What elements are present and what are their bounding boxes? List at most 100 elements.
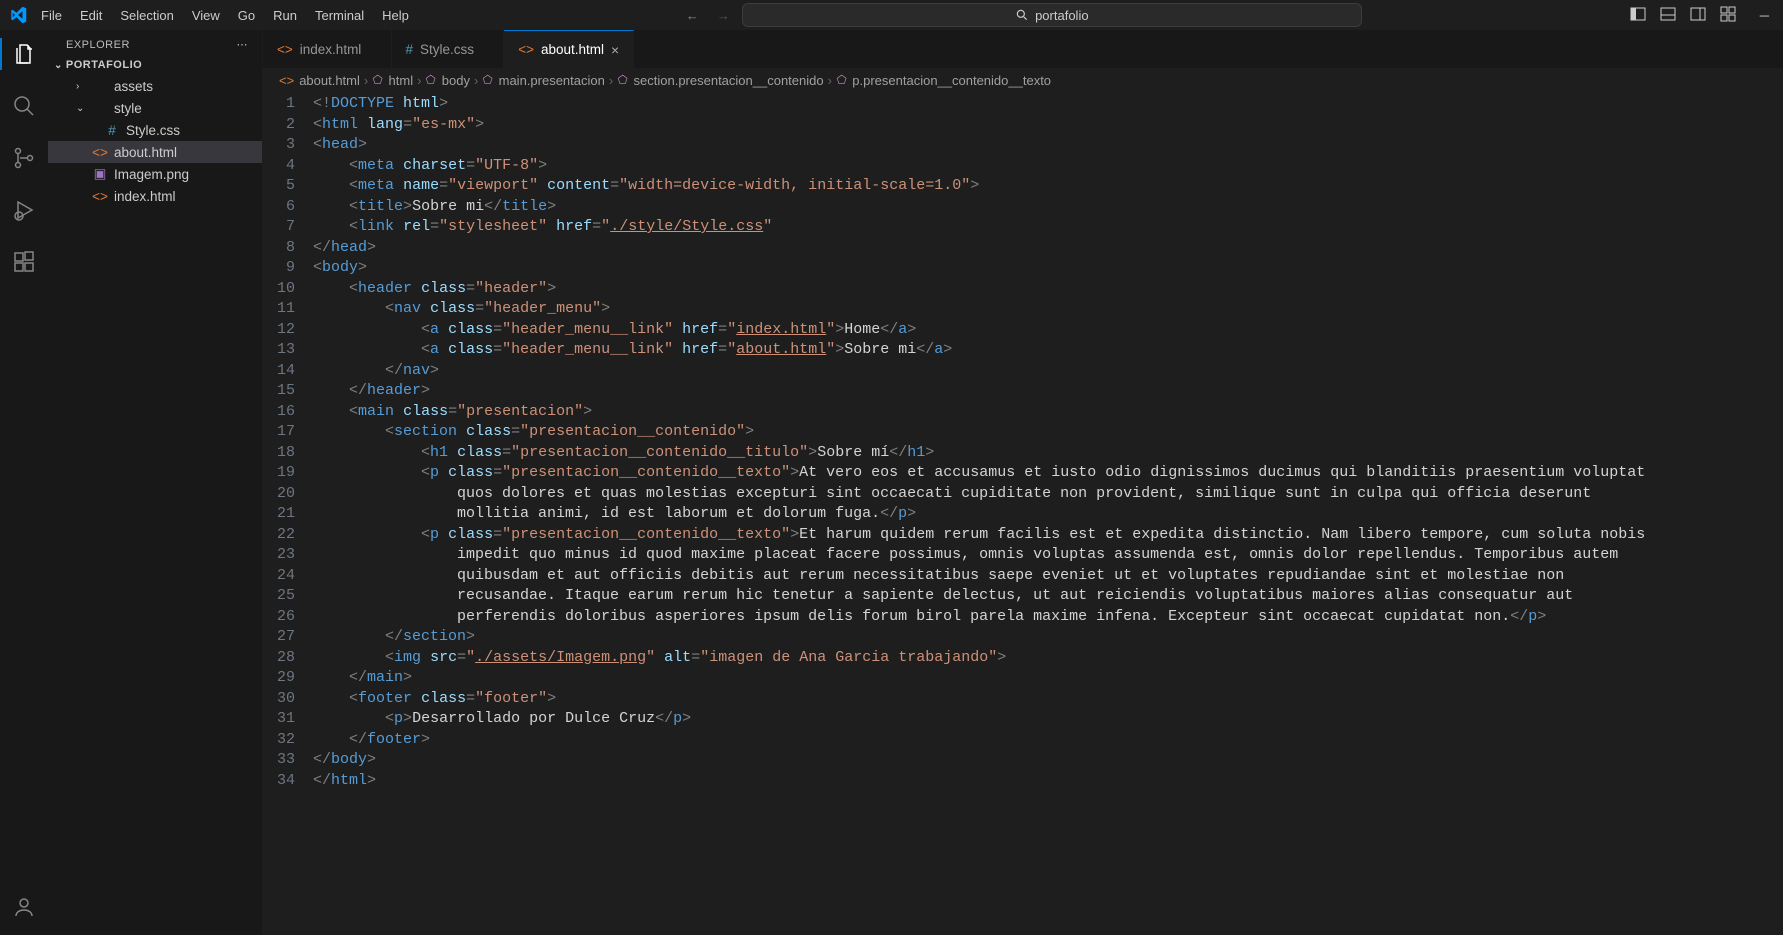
folder-style[interactable]: ⌄style bbox=[48, 97, 262, 119]
code-line[interactable]: <body> bbox=[313, 258, 1783, 279]
code-line[interactable]: <p class="presentacion__contenido__texto… bbox=[313, 525, 1783, 546]
code-line[interactable]: <a class="header_menu__link" href="index… bbox=[313, 320, 1783, 341]
code-line[interactable]: <nav class="header_menu"> bbox=[313, 299, 1783, 320]
tab-style-css[interactable]: #Style.css× bbox=[392, 30, 505, 68]
code-line[interactable]: </section> bbox=[313, 627, 1783, 648]
tab-file-icon: <> bbox=[518, 42, 534, 57]
code-line[interactable]: mollitia animi, id est laborum et doloru… bbox=[313, 504, 1783, 525]
code-line[interactable]: </head> bbox=[313, 238, 1783, 259]
breadcrumb[interactable]: <>about.html›⬠html›⬠body›⬠main.presentac… bbox=[263, 68, 1783, 94]
code-content[interactable]: <!DOCTYPE html><html lang="es-mx"><head>… bbox=[313, 94, 1783, 935]
tag-icon: ⬠ bbox=[426, 73, 436, 87]
command-center-search[interactable]: portafolio bbox=[742, 3, 1362, 27]
menu-item-go[interactable]: Go bbox=[229, 4, 264, 27]
file-imagem-png[interactable]: ▣ Imagem.png bbox=[48, 163, 262, 185]
code-line[interactable]: <!DOCTYPE html> bbox=[313, 94, 1783, 115]
code-line[interactable]: <header class="header"> bbox=[313, 279, 1783, 300]
code-line[interactable]: <p>Desarrollado por Dulce Cruz</p> bbox=[313, 709, 1783, 730]
menu-item-file[interactable]: File bbox=[32, 4, 71, 27]
line-number: 7 bbox=[273, 217, 295, 238]
menu-item-run[interactable]: Run bbox=[264, 4, 306, 27]
activity-extensions-icon[interactable] bbox=[0, 246, 48, 278]
code-line[interactable]: <head> bbox=[313, 135, 1783, 156]
breadcrumb-item[interactable]: ⬠main.presentacion bbox=[482, 72, 605, 88]
nav-back-icon[interactable]: ← bbox=[686, 8, 699, 23]
title-bar: FileEditSelectionViewGoRunTerminalHelp ←… bbox=[0, 0, 1783, 30]
line-number: 33 bbox=[273, 750, 295, 771]
code-line[interactable]: quos dolores et quas molestias excepturi… bbox=[313, 484, 1783, 505]
code-line[interactable]: <meta charset="UTF-8"> bbox=[313, 156, 1783, 177]
close-icon[interactable]: × bbox=[611, 42, 619, 58]
tab-index-html[interactable]: <>index.html× bbox=[263, 30, 392, 68]
activity-bar bbox=[0, 30, 48, 935]
code-editor[interactable]: 1234567891011121314151617181920212223242… bbox=[263, 94, 1783, 935]
nav-forward-icon[interactable]: → bbox=[717, 8, 730, 23]
chevron-right-icon: › bbox=[76, 81, 86, 92]
tree-item-label: Imagem.png bbox=[114, 167, 189, 182]
menu-item-help[interactable]: Help bbox=[373, 4, 418, 27]
breadcrumb-item[interactable]: ⬠ body bbox=[425, 72, 470, 88]
activity-debug-icon[interactable] bbox=[0, 194, 48, 226]
menu-item-edit[interactable]: Edit bbox=[71, 4, 111, 27]
code-line[interactable]: <img src="./assets/Imagem.png" alt="imag… bbox=[313, 648, 1783, 669]
code-line[interactable]: <a class="header_menu__link" href="about… bbox=[313, 340, 1783, 361]
breadcrumb-label: body bbox=[442, 73, 470, 88]
breadcrumb-item[interactable]: ⬠html bbox=[372, 72, 413, 88]
code-line[interactable]: recusandae. Itaque earum rerum hic tenet… bbox=[313, 586, 1783, 607]
line-number: 4 bbox=[273, 156, 295, 177]
sidebar-more-icon[interactable]: ⋯ bbox=[237, 38, 249, 51]
code-line[interactable]: <link rel="stylesheet" href="./style/Sty… bbox=[313, 217, 1783, 238]
breadcrumb-label: p.presentacion__contenido__texto bbox=[852, 73, 1051, 88]
code-line[interactable]: <footer class="footer"> bbox=[313, 689, 1783, 710]
customize-layout-icon[interactable] bbox=[1720, 6, 1736, 25]
breadcrumb-item[interactable]: ⬠p.presentacion__contenido__texto bbox=[836, 72, 1051, 88]
code-line[interactable]: perferendis doloribus asperiores ipsum d… bbox=[313, 607, 1783, 628]
code-line[interactable]: </header> bbox=[313, 381, 1783, 402]
breadcrumb-item[interactable]: <>about.html bbox=[279, 73, 360, 88]
code-line[interactable]: impedit quo minus id quod maxime placeat… bbox=[313, 545, 1783, 566]
code-line[interactable]: </footer> bbox=[313, 730, 1783, 751]
code-line[interactable]: <main class="presentacion"> bbox=[313, 402, 1783, 423]
tag-icon: ⬠ bbox=[373, 73, 383, 87]
toggle-panel-icon[interactable] bbox=[1660, 6, 1676, 25]
tab-about-html[interactable]: <>about.html× bbox=[504, 30, 634, 68]
editor-area: <>index.html×#Style.css×<>about.html× <>… bbox=[263, 30, 1783, 935]
line-number: 9 bbox=[273, 258, 295, 279]
code-line[interactable]: <h1 class="presentacion__contenido__titu… bbox=[313, 443, 1783, 464]
code-line[interactable]: quibusdam et aut officiis debitis aut re… bbox=[313, 566, 1783, 587]
code-line[interactable]: <meta name="viewport" content="width=dev… bbox=[313, 176, 1783, 197]
tab-file-icon: # bbox=[406, 42, 414, 57]
file-icon: ▣ bbox=[92, 166, 108, 182]
folder-assets[interactable]: ›assets bbox=[48, 75, 262, 97]
activity-explorer-icon[interactable] bbox=[0, 38, 48, 70]
file-style-css[interactable]: #Style.css bbox=[48, 119, 262, 141]
code-line[interactable]: <title>Sobre mi</title> bbox=[313, 197, 1783, 218]
menu-item-selection[interactable]: Selection bbox=[111, 4, 182, 27]
activity-search-icon[interactable] bbox=[0, 90, 48, 122]
code-line[interactable]: </main> bbox=[313, 668, 1783, 689]
code-line[interactable]: </nav> bbox=[313, 361, 1783, 382]
menu-bar: FileEditSelectionViewGoRunTerminalHelp bbox=[32, 4, 418, 27]
menu-item-view[interactable]: View bbox=[183, 4, 229, 27]
toggle-primary-sidebar-icon[interactable] bbox=[1630, 6, 1646, 25]
line-number: 30 bbox=[273, 689, 295, 710]
breadcrumb-item[interactable]: ⬠section.presentacion__contenido bbox=[617, 72, 823, 88]
activity-source-control-icon[interactable] bbox=[0, 142, 48, 174]
code-line[interactable]: <p class="presentacion__contenido__texto… bbox=[313, 463, 1783, 484]
project-root[interactable]: ⌄ PORTAFOLIO bbox=[48, 55, 262, 75]
code-line[interactable]: </html> bbox=[313, 771, 1783, 792]
file-index-html[interactable]: <>index.html bbox=[48, 185, 262, 207]
tree-item-label: about.html bbox=[114, 145, 177, 160]
code-line[interactable]: </body> bbox=[313, 750, 1783, 771]
toggle-secondary-sidebar-icon[interactable] bbox=[1690, 6, 1706, 25]
line-number: 12 bbox=[273, 320, 295, 341]
code-line[interactable]: <html lang="es-mx"> bbox=[313, 115, 1783, 136]
code-line[interactable]: <section class="presentacion__contenido"… bbox=[313, 422, 1783, 443]
activity-accounts-icon[interactable] bbox=[0, 891, 48, 923]
line-number: 16 bbox=[273, 402, 295, 423]
line-number: 25 bbox=[273, 586, 295, 607]
line-number: 21 bbox=[273, 504, 295, 525]
minimize-icon[interactable]: ─ bbox=[1760, 8, 1769, 23]
menu-item-terminal[interactable]: Terminal bbox=[306, 4, 373, 27]
file-about-html[interactable]: <>about.html bbox=[48, 141, 262, 163]
